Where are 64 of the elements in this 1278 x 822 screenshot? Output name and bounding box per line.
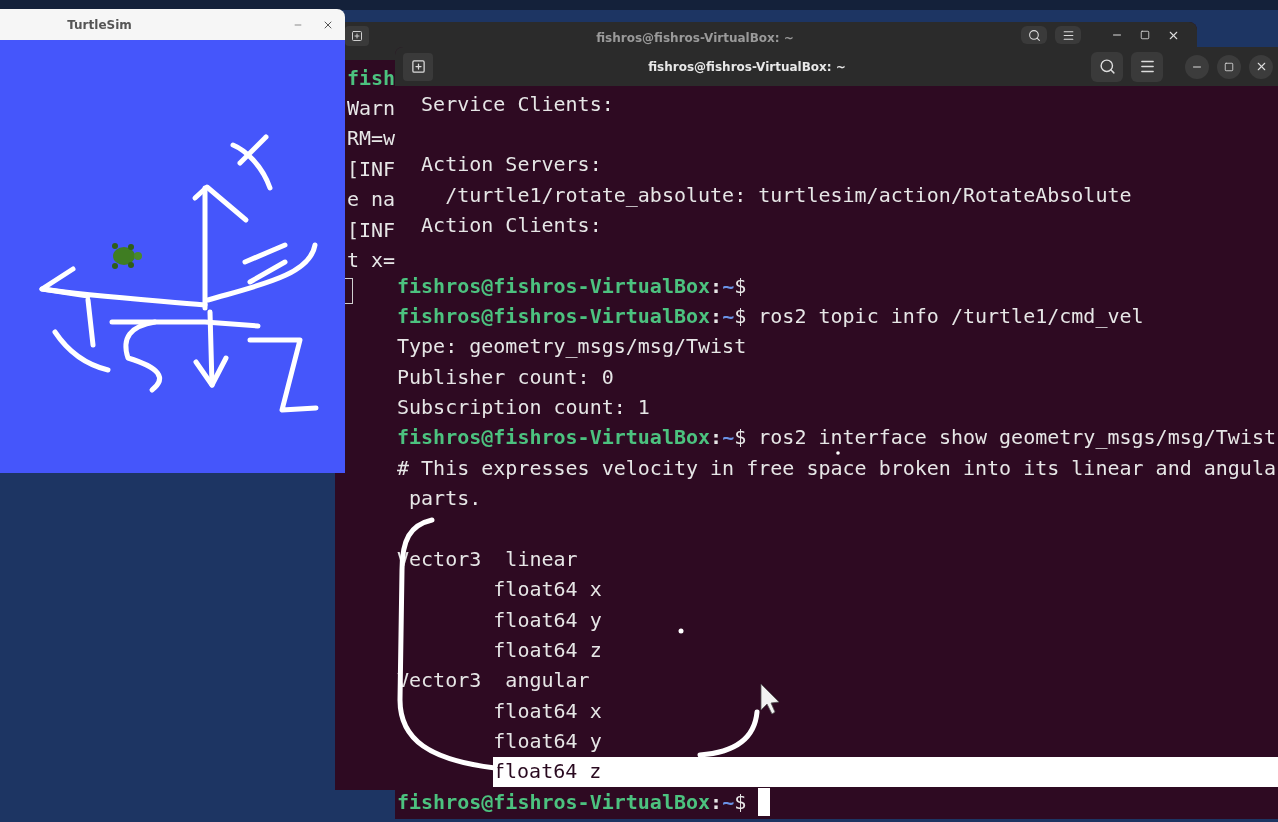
terminal-line: e na	[347, 188, 396, 212]
maximize-icon	[1224, 61, 1234, 72]
turtle-icon	[112, 243, 142, 269]
terminal-line: Subscription count: 1	[397, 396, 650, 420]
terminal-line: float64 y	[492, 729, 602, 753]
terminal-line: t x=	[347, 249, 396, 273]
menu-button[interactable]	[1055, 26, 1081, 44]
search-icon	[1027, 28, 1041, 42]
terminal-line: Type: geometry_msgs/msg/Twist	[397, 335, 747, 359]
prompt-separator: :	[710, 790, 723, 814]
terminal-line: Warn	[347, 97, 396, 121]
maximize-button[interactable]	[1217, 54, 1241, 79]
prompt-directory: ~	[722, 274, 735, 298]
window-title: fishros@fishros-VirtualBox: ~	[595, 30, 795, 47]
prompt-directory: ~	[722, 305, 735, 329]
terminal-line: [INF	[347, 157, 396, 181]
search-icon	[1098, 58, 1116, 75]
terminal-line: /turtle1/rotate_absolute: turtlesim/action/RotateAbsolute	[444, 183, 1132, 207]
minimize-button[interactable]	[1185, 54, 1209, 79]
new-tab-button[interactable]	[345, 26, 369, 46]
close-button[interactable]	[1249, 54, 1273, 79]
terminal-line: Action Clients:	[420, 214, 602, 238]
search-button[interactable]	[1091, 51, 1123, 82]
prompt-directory: ~	[722, 426, 735, 450]
menu-button[interactable]	[1131, 51, 1163, 82]
menu-icon	[1061, 28, 1075, 42]
new-tab-icon	[351, 30, 363, 42]
window-title: TurtleSim	[66, 16, 133, 34]
prompt-directory: ~	[722, 790, 735, 814]
prompt-separator: :	[710, 305, 723, 329]
terminal-line: float64 y	[492, 608, 602, 632]
dot-mark	[678, 628, 684, 634]
terminal-line: RM=w	[347, 127, 396, 151]
terminal-line: float64 z	[492, 638, 602, 662]
prompt-user-host: fishros@fishros-VirtualBox	[397, 426, 711, 450]
new-tab-icon	[410, 59, 426, 74]
prompt-user-host: fishros@fishros-VirtualBox	[397, 305, 711, 329]
prompt-symbol: $	[734, 274, 747, 298]
terminal-line: Service Clients:	[420, 92, 614, 116]
command-text: ros2 interface show geometry_msgs/msg/Twist	[757, 426, 1277, 450]
prompt-symbol: $	[734, 426, 747, 450]
search-button[interactable]	[1021, 26, 1047, 44]
prompt-symbol: $	[734, 790, 747, 814]
window-title: fishros@fishros-VirtualBox: ~	[647, 58, 847, 76]
new-tab-button[interactable]	[403, 52, 433, 81]
text-cursor	[758, 788, 771, 817]
terminal-line: # This expresses velocity in free space broken into its linear and angula	[397, 456, 1276, 480]
terminal-line: float64 x	[492, 699, 602, 723]
prompt-symbol: $	[734, 305, 747, 329]
dot-mark	[836, 451, 840, 455]
maximize-icon	[1140, 30, 1150, 40]
prompt-separator: :	[710, 274, 723, 298]
prompt-user-host: fishros@fishros-VirtualBox	[397, 790, 711, 814]
terminal-line: Publisher count: 0	[397, 365, 614, 389]
terminal-line: parts.	[408, 487, 482, 511]
prompt-separator: :	[710, 426, 723, 450]
terminal-line: fish	[347, 66, 396, 90]
terminal-line: [INF	[347, 218, 396, 242]
terminal-line: float64 x	[492, 578, 602, 602]
terminal-line: Action Servers:	[420, 153, 602, 177]
mouse-pointer-icon	[760, 683, 780, 715]
prompt-user-host: fishros@fishros-VirtualBox	[397, 274, 711, 298]
command-text: ros2 topic info /turtle1/cmd_vel	[757, 305, 1144, 329]
menu-icon	[1138, 58, 1156, 75]
